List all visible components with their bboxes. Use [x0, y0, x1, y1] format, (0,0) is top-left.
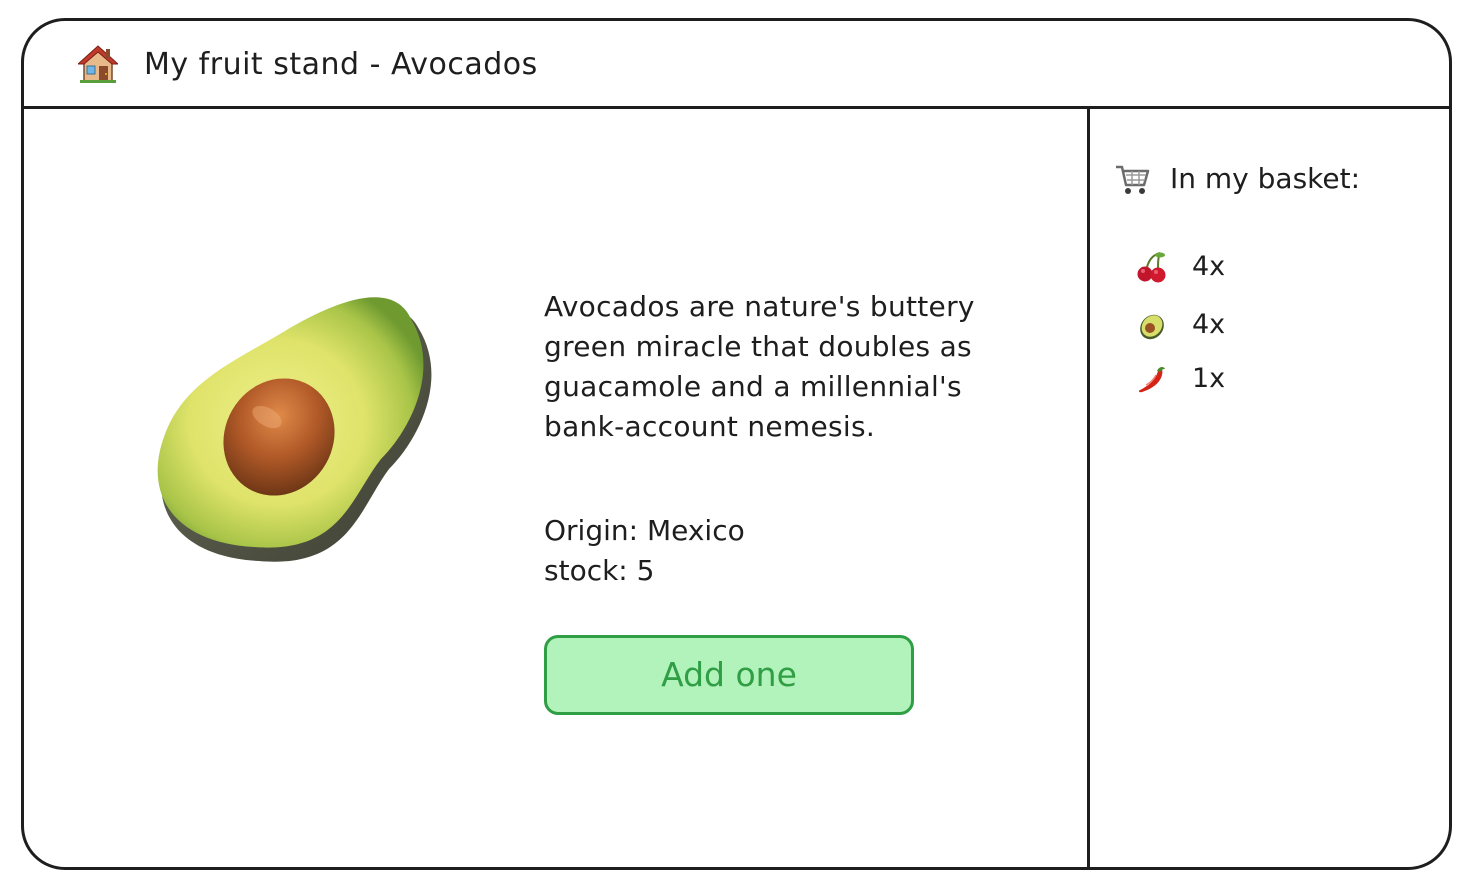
- basket-item-avocado[interactable]: 4x: [1136, 305, 1296, 345]
- product-description: Avocados are nature's buttery green mira…: [544, 290, 975, 443]
- title-bar: My fruit stand - Avocados: [24, 21, 1449, 109]
- origin-text: Origin: Mexico: [544, 514, 745, 547]
- avocado-icon: [1136, 309, 1168, 341]
- add-one-button[interactable]: Add one: [544, 635, 914, 715]
- basket-item-quantity: 4x: [1192, 251, 1226, 282]
- app-window: My fruit stand - Avocados Avocados are n…: [21, 18, 1452, 870]
- basket-item-quantity: 1x: [1192, 363, 1226, 394]
- shopping-cart-icon: [1114, 161, 1150, 197]
- basket-item-cherries[interactable]: 4x: [1136, 247, 1296, 287]
- basket-item-quantity: 4x: [1192, 309, 1226, 340]
- cherries-icon: [1136, 251, 1168, 283]
- basket-sidebar: In my basket: 4x 4x 1x: [1087, 109, 1449, 867]
- basket-title: In my basket:: [1170, 162, 1361, 195]
- page-title: My fruit stand - Avocados: [144, 47, 538, 82]
- avocado-icon: [149, 269, 439, 565]
- product-meta: Origin: Mexico stock: 5: [544, 511, 745, 591]
- stock-text: stock: 5: [544, 554, 655, 587]
- house-icon[interactable]: [76, 44, 120, 84]
- chili-pepper-icon: [1136, 363, 1168, 395]
- basket-item-chili-pepper[interactable]: 1x: [1136, 359, 1296, 399]
